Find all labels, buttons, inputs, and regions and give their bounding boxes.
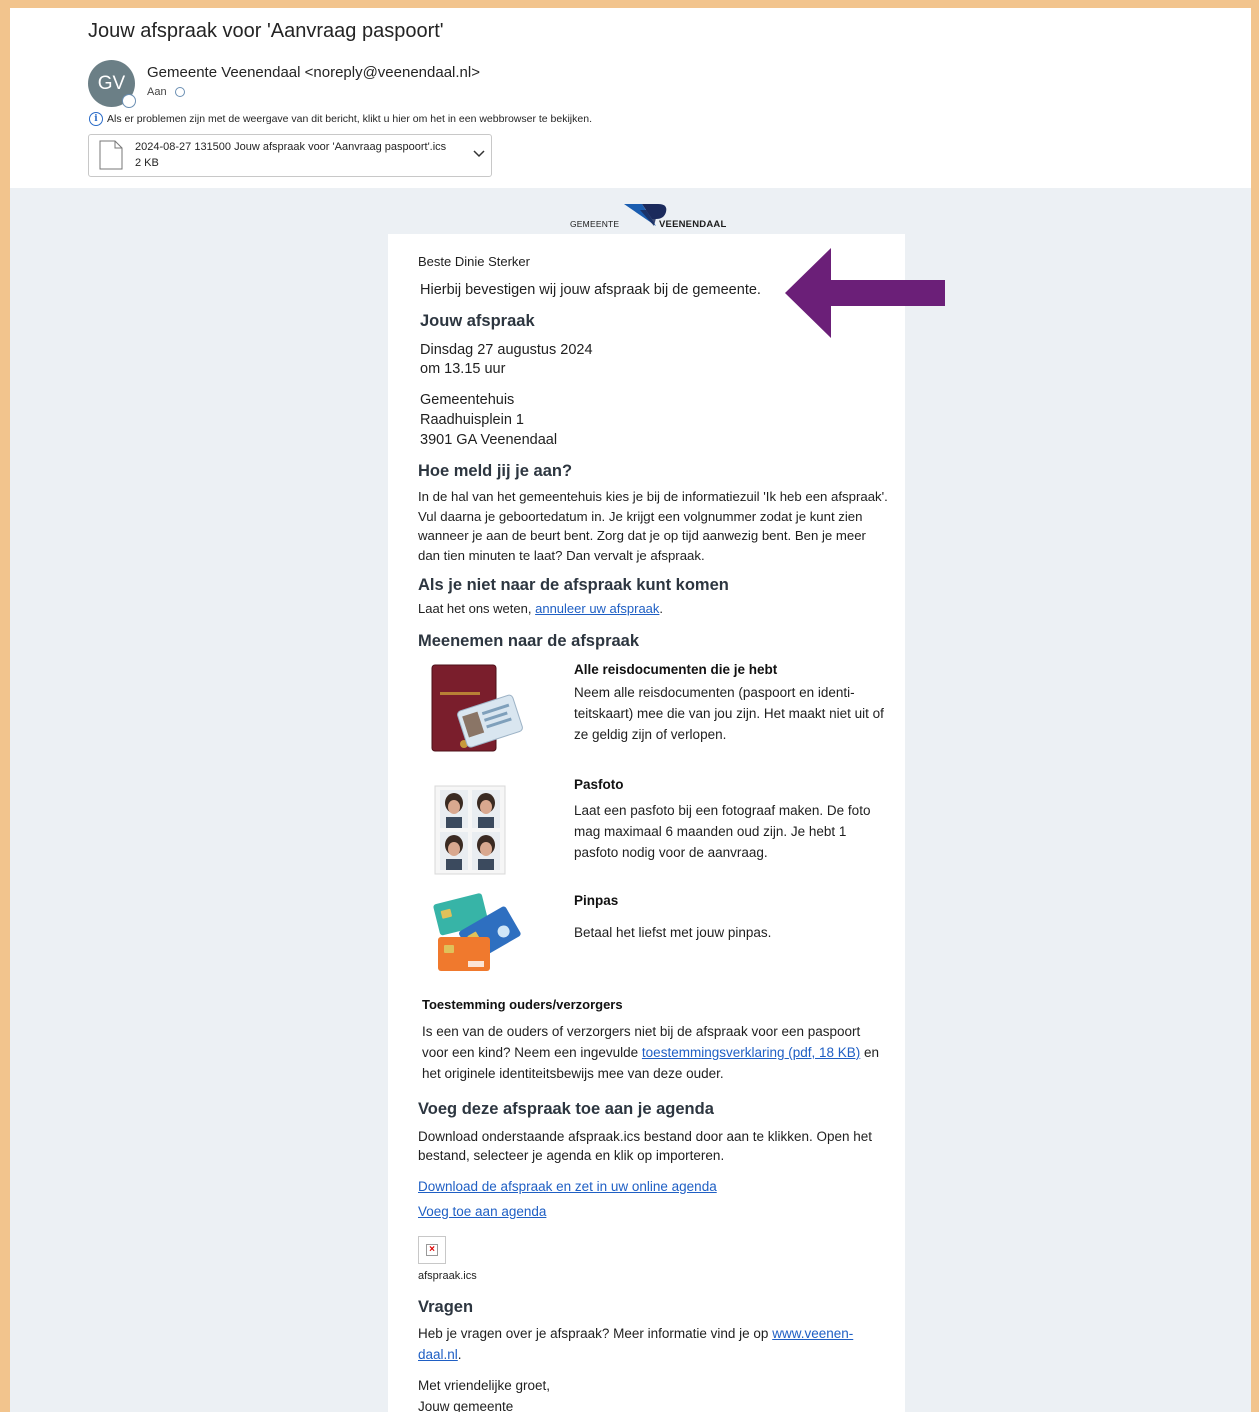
to-label: Aan [147,86,167,98]
consent-text: Is een van de ouders of verzorgers niet … [422,1021,887,1084]
location-address: Raadhuisplein 1 [420,412,524,428]
appointment-time: om 13.15 uur [420,361,506,377]
attachment-card[interactable]: 2024-08-27 131500 Jouw afspraak voor 'Aa… [88,134,492,177]
municipality-logo: GEMEENTE VEENENDAAL [566,192,726,234]
email-header: Jouw afspraak voor 'Aanvraag paspoort' G… [10,8,1251,188]
info-banner[interactable]: i Als er problemen zijn met de weergave … [89,112,592,126]
item-title-pinpas: Pinpas [574,893,619,908]
info-banner-text[interactable]: Als er problemen zijn met de weergave va… [107,113,592,125]
recipient-status-icon [174,87,185,98]
cancel-end: . [659,601,664,616]
greeting: Beste Dinie Sterker [418,254,530,269]
email-subject: Jouw afspraak voor 'Aanvraag paspoort' [88,20,444,42]
website-link-part2[interactable]: daal.nl [418,1347,458,1362]
consent-form-link[interactable]: toestemmingsverklaring (pdf, 18 KB) [642,1045,860,1060]
questions-end: . [457,1347,462,1362]
questions-text-main: Heb je vragen over je afspraak? Meer inf… [418,1326,769,1341]
add-to-agenda-link[interactable]: Voeg toe aan agenda [418,1204,546,1219]
broken-image-icon: × [426,1244,438,1256]
appointment-heading: Jouw afspraak [420,312,535,330]
download-agenda-link[interactable]: Download de afspraak en zet in uw online… [418,1179,717,1194]
passport-image [431,664,523,752]
attachment-size: 2 KB [135,157,159,169]
consent-heading: Toestemming ouders/verzorgers [422,997,623,1012]
email-body-card: Beste Dinie Sterker Hierbij bevestigen w… [388,234,905,1412]
info-icon: i [89,112,103,126]
bank-cards-image [433,893,521,971]
website-link-part1[interactable]: www.veenen- [772,1326,853,1341]
item-text-photo: Laat een pasfoto bij een fotograaf maken… [574,803,871,860]
agenda-heading: Voeg deze afspraak toe aan je agenda [418,1100,714,1118]
attachment-name: 2024-08-27 131500 Jouw afspraak voor 'Aa… [135,141,447,153]
closing-greeting: Met vriendelijke groet, [418,1378,551,1393]
ics-attachment-icon[interactable]: × [418,1236,446,1264]
agenda-text: Download onderstaande afspraak.ics besta… [418,1129,873,1163]
cancel-heading: Als je niet naar de afspraak kunt komen [418,576,729,594]
confirmation-text: Hierbij bevestigen wij jouw afspraak bij… [420,282,761,298]
appointment-date: Dinsdag 27 augustus 2024 [420,342,593,358]
closing-signature: Jouw gemeente [418,1399,514,1412]
questions-text: Heb je vragen over je afspraak? Meer inf… [418,1323,888,1365]
cancel-text: Laat het ons weten, [418,601,532,616]
cancel-line: Laat het ons weten, annuleer uw afspraak… [418,601,663,616]
checkin-text: In de hal van het gemeentehuis kies je b… [418,489,888,563]
email-window: Jouw afspraak voor 'Aanvraag paspoort' G… [10,8,1251,1412]
sender-name[interactable]: Gemeente Veenendaal <noreply@veenendaal.… [147,64,480,81]
location-city: 3901 GA Veenendaal [420,432,558,448]
location-name: Gemeentehuis [420,392,515,408]
ics-label: afspraak.ics [418,1270,477,1282]
logo-text-left: GEMEENTE [570,219,620,229]
recipient-line: Aan [147,86,185,98]
item-text-pinpas: Betaal het liefst met jouw pinpas. [574,925,772,940]
cancel-appointment-link[interactable]: annuleer uw afspraak [535,601,659,616]
file-icon [99,140,123,170]
chevron-down-icon[interactable] [473,149,485,159]
item-title-documents: Alle reisdocumenten die je hebt [574,662,778,677]
questions-heading: Vragen [418,1298,474,1316]
item-title-photo: Pasfoto [574,777,624,792]
item-text-documents: Neem alle reisdocumenten (paspoort en id… [574,685,884,742]
bring-heading: Meenemen naar de afspraak [418,632,640,650]
logo-text-right: VEENENDAAL [659,219,727,230]
annotation-arrow-icon [785,248,945,338]
presence-icon [122,94,136,108]
passport-photo-image [434,785,506,875]
checkin-heading: Hoe meld jij je aan? [418,462,573,480]
